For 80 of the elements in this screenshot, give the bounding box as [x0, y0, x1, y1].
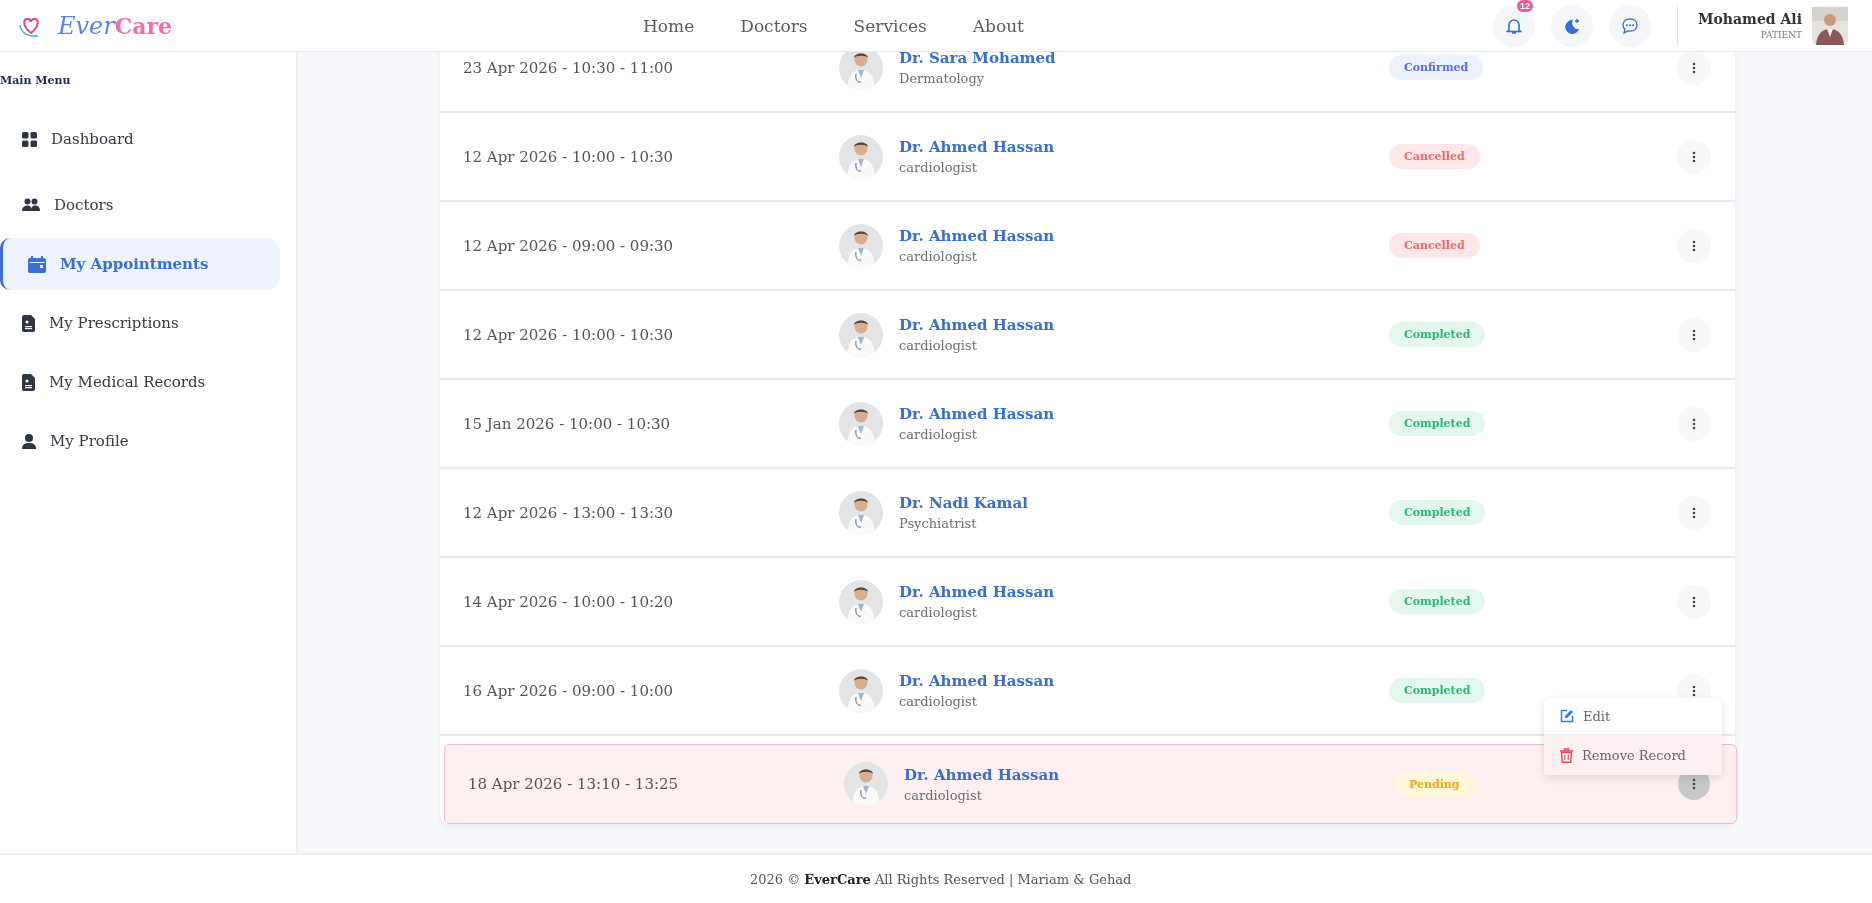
document-icon: [22, 314, 35, 332]
appointment-time: 12 Apr 2026 - 13:00 - 13:30: [463, 503, 675, 522]
status-badge: Completed: [1389, 322, 1486, 347]
doctor-name-link[interactable]: Dr. Ahmed Hassan: [899, 227, 1055, 245]
more-options-button[interactable]: [1677, 317, 1711, 352]
doctor-specialty: Dermatology: [899, 71, 986, 86]
sidebar-item[interactable]: My Prescriptions: [0, 297, 280, 349]
vertical-dots-icon: [1692, 778, 1696, 790]
sidebar-item[interactable]: My Profile: [0, 415, 280, 467]
doctor-specialty: cardiologist: [899, 160, 978, 175]
chat-bubble-icon: [1621, 16, 1640, 35]
vertical-dots-icon: [1692, 239, 1696, 252]
status-badge: Pending: [1394, 771, 1475, 797]
status-badge: Completed: [1389, 589, 1486, 614]
appointment-time: 15 Jan 2026 - 10:00 - 10:30: [463, 414, 672, 433]
doctor-name-link[interactable]: Dr. Sara Mohamed: [899, 52, 1056, 67]
person-icon: [22, 433, 36, 449]
sidebar-item[interactable]: My Appointments: [0, 238, 280, 290]
appointment-time: 12 Apr 2026 - 09:00 - 09:30: [463, 236, 675, 255]
doctor-specialty: cardiologist: [899, 427, 978, 442]
nav-link[interactable]: About: [972, 15, 1024, 36]
appointment-time: 18 Apr 2026 - 13:10 - 13:25: [468, 775, 680, 793]
doctor-specialty: cardiologist: [899, 249, 978, 264]
status-badge: Completed: [1389, 678, 1486, 703]
doctor-name-link[interactable]: Dr. Ahmed Hassan: [899, 405, 1055, 423]
more-options-button[interactable]: [1677, 52, 1711, 85]
doctor-specialty: cardiologist: [904, 787, 983, 803]
nav-link[interactable]: Home: [643, 15, 695, 36]
doctor-name-link[interactable]: Dr. Ahmed Hassan: [899, 672, 1055, 690]
doctor-name-link[interactable]: Dr. Ahmed Hassan: [899, 316, 1055, 334]
doctor-specialty: cardiologist: [899, 605, 978, 620]
document-icon: [22, 373, 35, 391]
more-options-button[interactable]: [1677, 228, 1711, 263]
copyright-text: 2026 © EverCare All Rights Reserved | Mariam & Gehad: [750, 871, 1132, 887]
doctor-specialty: cardiologist: [899, 694, 978, 709]
sidebar-item[interactable]: Dashboard: [0, 113, 280, 165]
users-icon: [22, 198, 40, 212]
appointment-time: 12 Apr 2026 - 10:00 - 10:30: [463, 147, 675, 166]
appointment-time: 14 Apr 2026 - 10:00 - 10:20: [463, 592, 675, 611]
vertical-dots-icon: [1692, 61, 1696, 74]
trash-icon: [1560, 747, 1573, 763]
evercare-logo[interactable]: EverCare: [58, 11, 173, 40]
more-options-button[interactable]: [1677, 584, 1711, 619]
moon-icon: [1563, 16, 1582, 35]
nav-link[interactable]: Doctors: [740, 15, 808, 36]
user-name: Mohamed Ali: [1698, 11, 1802, 27]
doctor-name-link[interactable]: Dr. Nadi Kamal: [899, 494, 1028, 512]
doctor-name-link[interactable]: Dr. Ahmed Hassan: [899, 138, 1055, 156]
status-badge: Completed: [1389, 411, 1486, 436]
appointment-time: 23 Apr 2026 - 10:30 - 11:00: [463, 58, 675, 77]
status-badge: Cancelled: [1389, 144, 1480, 169]
status-badge: Cancelled: [1389, 233, 1480, 258]
doctor-specialty: Psychiatrist: [899, 516, 978, 531]
doctor-specialty: cardiologist: [899, 338, 978, 353]
bell-icon: [1506, 16, 1523, 35]
doctor-name-link[interactable]: Dr. Ahmed Hassan: [904, 765, 1060, 784]
vertical-dots-icon: [1692, 417, 1696, 430]
grid-icon: [22, 131, 37, 147]
vertical-dots-icon: [1692, 684, 1696, 697]
sidebar-heading: Main Menu: [0, 74, 72, 87]
appointment-time: 16 Apr 2026 - 09:00 - 10:00: [463, 681, 675, 700]
appointment-time: 12 Apr 2026 - 10:00 - 10:30: [463, 325, 675, 344]
calendar-icon: [28, 255, 46, 273]
user-role: PATIENT: [1760, 30, 1802, 40]
more-options-button[interactable]: [1677, 495, 1711, 530]
sidebar-item[interactable]: Doctors: [0, 179, 280, 231]
doctor-name-link[interactable]: Dr. Ahmed Hassan: [899, 583, 1055, 601]
more-options-button[interactable]: [1677, 406, 1711, 441]
status-badge: Confirmed: [1389, 55, 1484, 80]
vertical-dots-icon: [1692, 328, 1696, 341]
sidebar-item[interactable]: My Medical Records: [0, 356, 280, 408]
status-badge: Completed: [1389, 500, 1486, 525]
vertical-dots-icon: [1692, 150, 1696, 163]
menu-item[interactable]: Remove Record: [1544, 735, 1722, 775]
edit-icon: [1560, 709, 1574, 723]
vertical-dots-icon: [1692, 595, 1696, 608]
nav-link[interactable]: Services: [853, 15, 927, 36]
more-options-button[interactable]: [1677, 139, 1711, 174]
vertical-dots-icon: [1692, 506, 1696, 519]
notification-count: 12: [1517, 0, 1534, 12]
